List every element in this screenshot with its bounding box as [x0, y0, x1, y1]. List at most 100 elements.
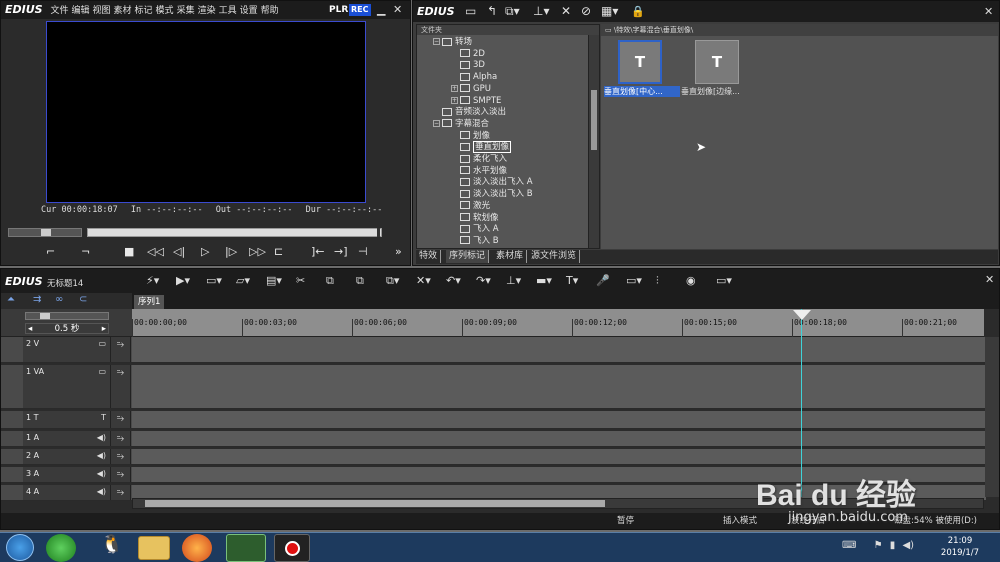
timeline-tool-icon[interactable]: ▶▾ — [176, 274, 190, 287]
set-in-icon[interactable]: ⌐ — [46, 245, 55, 258]
play-icon[interactable]: ▷ — [201, 245, 209, 258]
display-icon[interactable]: ▭ — [98, 367, 106, 376]
track-area[interactable] — [132, 337, 986, 362]
playhead-marker-icon[interactable] — [793, 310, 811, 320]
delete-icon[interactable]: ✕ — [561, 1, 571, 22]
stop-icon[interactable]: ■ — [124, 245, 134, 258]
tree-scrollbar[interactable] — [588, 35, 599, 248]
track-area[interactable] — [132, 411, 986, 428]
tree-item[interactable]: 软划像 — [451, 213, 499, 225]
insert-icon[interactable]: ]← — [311, 245, 325, 258]
title-icon[interactable]: T — [101, 413, 106, 422]
lock-icon[interactable]: 🔒 — [631, 1, 645, 22]
tab-sequence-markers[interactable]: 序列标记 — [446, 250, 490, 263]
track-scrollbar[interactable] — [985, 337, 999, 497]
position-marker[interactable] — [377, 228, 380, 237]
taskbar-360-icon[interactable] — [46, 534, 76, 562]
timeline-tool-icon[interactable]: ▭▾ — [626, 274, 642, 287]
tree-item[interactable]: 垂直划像 — [451, 141, 512, 154]
folder-icon[interactable]: ▭ — [465, 1, 476, 22]
overwrite-icon[interactable]: →] — [334, 245, 348, 258]
speaker-icon[interactable]: ◀) — [97, 451, 106, 460]
tree-item[interactable]: 淡入淡出飞入 B — [451, 189, 533, 201]
start-button[interactable] — [6, 534, 34, 561]
menu-item[interactable]: 编辑 — [71, 6, 89, 16]
track-header[interactable]: 1 VA ▭ — [23, 365, 111, 408]
track-area[interactable] — [132, 449, 986, 464]
track-area[interactable] — [132, 365, 986, 408]
tray-volume-icon[interactable]: ◀) — [902, 540, 914, 551]
more-icon[interactable]: » — [395, 245, 402, 258]
tree-item[interactable]: − 字幕混合 — [433, 119, 489, 131]
track-area[interactable] — [132, 431, 986, 446]
step-forward-icon[interactable]: |▷ — [225, 245, 237, 258]
minimize-icon[interactable]: ▁ — [377, 1, 385, 19]
timeline-tool-icon[interactable]: ↶▾ — [446, 274, 461, 287]
taskbar-firefox-icon[interactable] — [182, 534, 212, 562]
tab-bin[interactable]: 素材库 — [493, 250, 528, 263]
rec-label[interactable]: REC — [349, 4, 371, 16]
speaker-icon[interactable]: ◀) — [97, 487, 106, 496]
effects-close-icon[interactable]: ✕ — [984, 1, 993, 22]
up-folder-icon[interactable]: ↰ — [487, 1, 497, 22]
plr-label[interactable]: PLR — [329, 1, 348, 19]
timeline-tool-icon[interactable]: ↷▾ — [476, 274, 491, 287]
h-scroll-thumb[interactable] — [145, 500, 605, 507]
zoom-slider[interactable] — [25, 312, 109, 320]
display-icon[interactable]: ▭ — [98, 339, 106, 348]
playhead[interactable] — [801, 309, 802, 497]
timeline-ruler[interactable]: 00:00:00;00 00:00:03;00 00:00:06;00 00:00:0… — [132, 309, 984, 337]
timeline-tool-icon[interactable]: ⫶ — [656, 274, 659, 288]
tree-item[interactable]: − 转场 — [433, 37, 472, 49]
loop-icon[interactable]: ⊏ — [274, 245, 283, 258]
taskbar-edius-icon[interactable] — [226, 534, 266, 562]
menu-item[interactable]: 模式 — [156, 6, 174, 16]
taskbar-qq-icon[interactable]: 🐧 — [95, 534, 129, 562]
track-header[interactable]: 2 A ◀) — [23, 449, 111, 464]
link-icon[interactable]: ∞ — [55, 294, 63, 305]
timeline-tool-icon[interactable]: ✂ — [296, 274, 305, 287]
expand-icon[interactable]: − — [433, 38, 440, 45]
tree-scroll-thumb[interactable] — [591, 90, 597, 150]
timeline-tool-icon[interactable]: ▱▾ — [236, 274, 250, 287]
sequence-tab[interactable]: 序列1 — [134, 295, 165, 309]
menu-item[interactable]: 视图 — [93, 6, 111, 16]
tree-item[interactable]: 柔化飞入 — [451, 154, 507, 166]
tree-item[interactable]: 2D — [451, 49, 485, 61]
view-icon[interactable]: ▦▾ — [601, 1, 618, 22]
menu-item[interactable]: 文件 — [50, 6, 68, 16]
timeline-tool-icon[interactable]: ⊥▾ — [506, 274, 521, 287]
effect-item[interactable]: T 垂直划像[中心... — [604, 40, 680, 100]
menu-item[interactable]: 帮助 — [261, 6, 279, 16]
speaker-icon[interactable]: ◀) — [97, 433, 106, 442]
step-back-icon[interactable]: ◁| — [173, 245, 185, 258]
timeline-tool-icon[interactable]: ⧉ — [356, 274, 364, 288]
layout-icon[interactable]: ⊥▾ — [533, 1, 549, 22]
track-header[interactable]: 1 A ◀) — [23, 431, 111, 446]
expand-icon[interactable]: − — [433, 119, 440, 127]
timeline-tool-icon[interactable]: 🎤 — [596, 274, 610, 287]
menu-item[interactable]: 渲染 — [198, 6, 216, 16]
tree-item[interactable]: + SMPTE — [451, 96, 501, 108]
rewind-icon[interactable]: ◁◁ — [147, 245, 164, 258]
replace-icon[interactable]: ⊣ — [358, 245, 368, 258]
timeline-tool-icon[interactable]: ▬▾ — [536, 274, 552, 287]
timeline-tool-icon[interactable]: T▾ — [566, 274, 578, 287]
timeline-tool-icon[interactable]: ✕▾ — [416, 274, 431, 287]
timeline-tool-icon[interactable]: ◉ — [686, 274, 696, 287]
fast-forward-icon[interactable]: ▷▷ — [249, 245, 266, 258]
waveform-icon[interactable]: ⥲ — [111, 485, 131, 500]
timeline-tool-icon[interactable]: ▭▾ — [716, 274, 732, 287]
speaker-icon[interactable]: ◀) — [97, 469, 106, 478]
tree-item[interactable]: 飞入 B — [451, 236, 499, 248]
shuttle-handle[interactable] — [41, 229, 51, 236]
tree-item[interactable]: 3D — [451, 60, 485, 72]
timeline-tool-icon[interactable]: ▭▾ — [206, 274, 222, 287]
track-header[interactable]: 1 T T — [23, 411, 111, 428]
position-slider[interactable] — [87, 228, 382, 237]
set-out-icon[interactable]: ¬ — [81, 245, 90, 258]
zoom-handle[interactable] — [40, 313, 50, 319]
waveform-icon[interactable]: ⥲ — [111, 365, 131, 408]
taskbar-record-icon[interactable] — [274, 534, 310, 562]
timeline-tool-icon[interactable]: ⚡▾ — [146, 274, 159, 287]
